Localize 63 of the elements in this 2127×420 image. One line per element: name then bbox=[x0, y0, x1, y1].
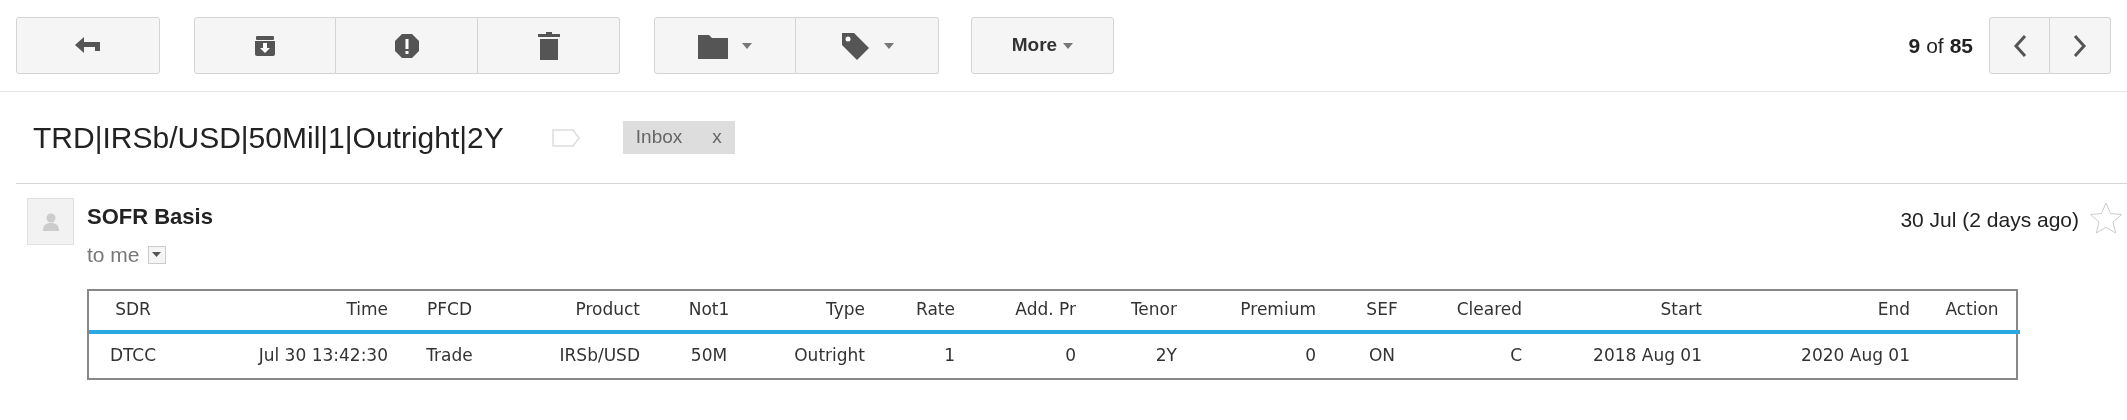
table-cell: DTCC bbox=[89, 331, 177, 378]
next-button[interactable] bbox=[2050, 17, 2111, 74]
label-name: Inbox bbox=[635, 125, 683, 150]
table-cell: Jul 30 13:42:30 bbox=[177, 331, 402, 378]
column-header: Time bbox=[177, 290, 402, 332]
table-cell: 0 bbox=[1191, 331, 1330, 378]
caret-icon bbox=[152, 252, 162, 258]
caret-icon bbox=[742, 42, 752, 49]
previous-button[interactable] bbox=[1989, 17, 2050, 74]
table-cell: 2Y bbox=[1090, 331, 1191, 378]
tag-icon bbox=[840, 30, 870, 61]
alert-icon bbox=[393, 32, 420, 59]
table-cell: Trade bbox=[402, 331, 497, 378]
remove-label-button[interactable]: x bbox=[712, 123, 722, 152]
table-cell: 0 bbox=[969, 331, 1090, 378]
column-header: Add. Pr bbox=[969, 290, 1090, 332]
table-cell: ON bbox=[1330, 331, 1434, 378]
column-header: Rate bbox=[879, 290, 969, 332]
column-header: End bbox=[1716, 290, 1924, 332]
delete-button[interactable] bbox=[478, 17, 620, 74]
chevron-left-icon bbox=[2012, 33, 2027, 58]
folder-icon bbox=[698, 32, 728, 59]
recipient-text: to me bbox=[87, 242, 140, 268]
total-count: 85 bbox=[1949, 32, 1973, 59]
person-icon bbox=[42, 212, 59, 231]
table-cell: 2018 Aug 01 bbox=[1536, 331, 1716, 378]
column-header: Cleared bbox=[1434, 290, 1536, 332]
reply-button[interactable] bbox=[16, 17, 160, 74]
column-header: Not1 bbox=[654, 290, 764, 332]
table-cell: 2020 Aug 01 bbox=[1716, 331, 1924, 378]
table-cell: C bbox=[1434, 331, 1536, 378]
table-cell: 1 bbox=[879, 331, 969, 378]
more-button[interactable]: More bbox=[971, 17, 1114, 74]
move-to-button[interactable] bbox=[654, 17, 796, 74]
current-index: 9 bbox=[1908, 32, 1921, 59]
caret-icon bbox=[1063, 42, 1074, 49]
table-cell: 50M bbox=[654, 331, 764, 378]
of-label: of bbox=[1926, 32, 1944, 59]
label-icon bbox=[551, 128, 580, 147]
column-header: Product bbox=[497, 290, 654, 332]
message-date: 30 Jul (2 days ago) bbox=[1900, 207, 2079, 233]
column-header: Tenor bbox=[1090, 290, 1191, 332]
report-spam-button[interactable] bbox=[336, 17, 478, 74]
column-header: Action bbox=[1924, 290, 2020, 332]
caret-icon bbox=[884, 42, 894, 49]
chevron-right-icon bbox=[2073, 33, 2087, 58]
column-header: SDR bbox=[89, 290, 177, 332]
details-toggle[interactable] bbox=[147, 245, 166, 264]
column-header: Premium bbox=[1191, 290, 1330, 332]
column-header: PFCD bbox=[402, 290, 497, 332]
column-header: SEF bbox=[1330, 290, 1434, 332]
column-header: Start bbox=[1536, 290, 1716, 332]
reply-icon bbox=[75, 36, 101, 55]
star-icon[interactable] bbox=[2089, 202, 2123, 234]
sender-name: SOFR Basis bbox=[87, 203, 213, 231]
trash-icon bbox=[537, 31, 560, 60]
subject-title: TRD|IRSb/USD|50Mil|1|Outright|2Y bbox=[33, 120, 504, 156]
table-cell: IRSb/USD bbox=[497, 331, 654, 378]
archive-button[interactable] bbox=[194, 17, 336, 74]
labels-button[interactable] bbox=[796, 17, 939, 74]
archive-icon bbox=[254, 34, 276, 57]
column-header: Type bbox=[764, 290, 879, 332]
table-cell: Outright bbox=[764, 331, 879, 378]
